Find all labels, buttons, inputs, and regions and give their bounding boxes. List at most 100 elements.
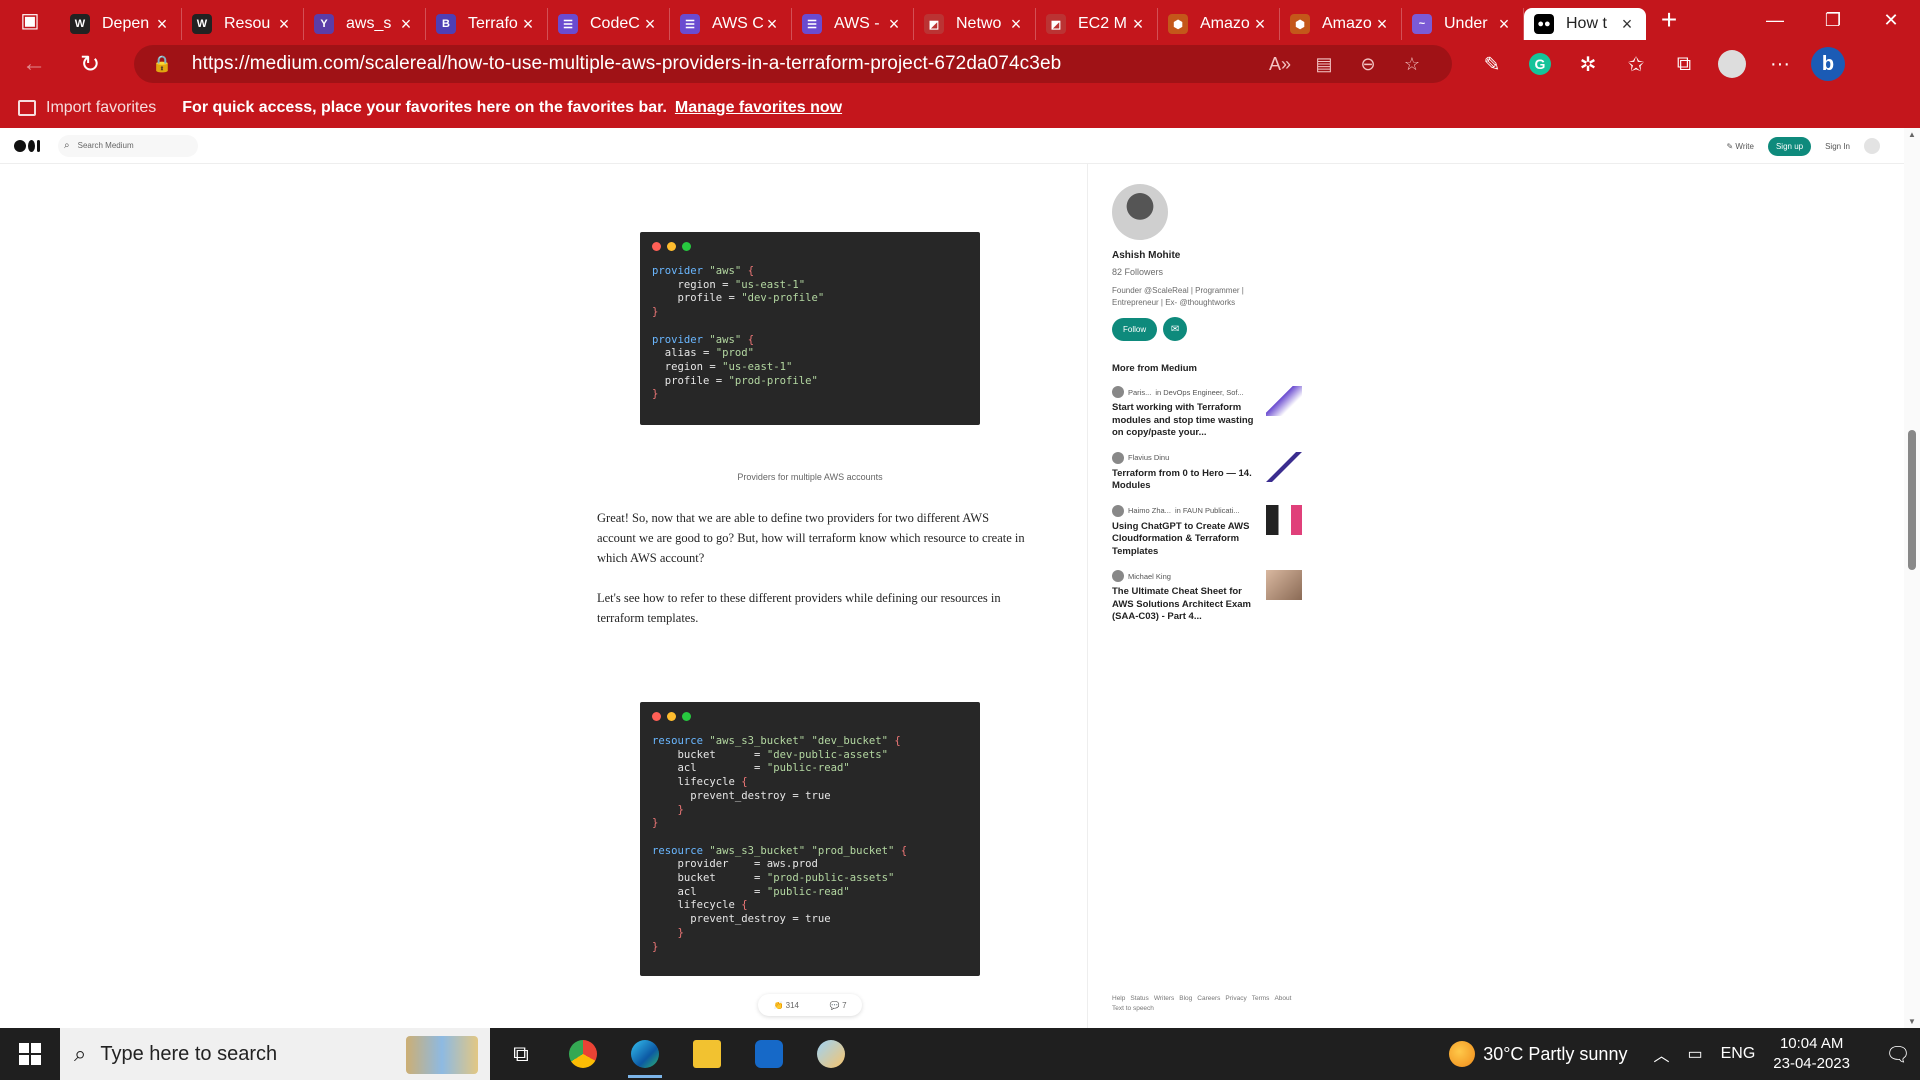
story-author[interactable]: Michael King (1128, 572, 1171, 581)
story-title[interactable]: The Ultimate Cheat Sheet for AWS Solutio… (1112, 586, 1262, 624)
story-publication[interactable]: in DevOps Engineer, Sof... (1155, 388, 1243, 397)
clock[interactable]: 10:04 AM 23-04-2023 (1773, 1034, 1850, 1074)
paint-app-button[interactable] (800, 1028, 862, 1080)
collections-icon[interactable]: ⧉ (1660, 44, 1708, 84)
author-followers[interactable]: 82 Followers (1112, 267, 1312, 277)
chevron-up-icon[interactable]: ︿ (1653, 1042, 1669, 1066)
footer-link[interactable]: Help (1112, 995, 1125, 1002)
tab-close-icon[interactable]: × (641, 14, 659, 35)
browser-tab[interactable]: ☰ AWS C × (670, 8, 792, 40)
scrollbar-thumb[interactable] (1908, 430, 1916, 570)
footer-link[interactable]: Status (1130, 995, 1148, 1002)
story-author[interactable]: Flavius Dinu (1128, 453, 1169, 462)
browser-tab[interactable]: Yaws_s × (304, 8, 426, 40)
follow-button[interactable]: Follow (1112, 317, 1158, 341)
weather-widget[interactable]: 30°C Partly sunny (1449, 1041, 1627, 1067)
pen-icon[interactable]: ✎ (1468, 44, 1516, 84)
refresh-button[interactable]: ↻ (68, 42, 112, 86)
minimize-button[interactable]: — (1746, 0, 1804, 40)
footer-link[interactable]: Terms (1252, 995, 1270, 1002)
taskbar-search-box[interactable]: ⌕ Type here to search (60, 1028, 490, 1080)
author-avatar[interactable] (1112, 184, 1168, 240)
favorites-icon[interactable]: ✩ (1612, 44, 1660, 84)
network-icon[interactable]: ▭ (1687, 1044, 1702, 1064)
footer-link[interactable]: Text to speech (1112, 1005, 1154, 1012)
footer-link[interactable]: Careers (1197, 995, 1220, 1002)
grammarly-extension[interactable]: G (1516, 44, 1564, 84)
start-button[interactable] (0, 1028, 60, 1080)
story-thumbnail[interactable] (1266, 570, 1302, 600)
video-app-button[interactable] (738, 1028, 800, 1080)
clap-button[interactable]: 👏 314 (773, 1001, 799, 1010)
story-card[interactable]: Michael King The Ultimate Cheat Sheet for… (1112, 570, 1302, 624)
tab-close-icon[interactable]: × (275, 14, 293, 35)
url-text[interactable]: https://medium.com/scalereal/how-to-use-… (192, 53, 1258, 75)
read-aloud-icon[interactable]: A» (1258, 54, 1302, 75)
immersive-reader-icon[interactable]: ▤ (1302, 54, 1346, 75)
story-card[interactable]: Haimo Zha... in FAUN Publicati... Using Ch… (1112, 504, 1302, 559)
tab-close-icon[interactable]: × (153, 14, 171, 35)
footer-link[interactable]: Privacy (1225, 995, 1246, 1002)
story-title[interactable]: Start working with Terraform modules and… (1112, 402, 1262, 440)
user-avatar-icon[interactable] (1864, 138, 1880, 154)
story-publication[interactable]: in FAUN Publicati... (1175, 506, 1240, 515)
browser-tab[interactable]: ◩ Netwo × (914, 8, 1036, 40)
browser-tab[interactable]: W Depen × (60, 8, 182, 40)
search-input[interactable]: ⌕ Search Medium (58, 134, 198, 157)
footer-link[interactable]: Blog (1179, 995, 1192, 1002)
lock-icon[interactable]: 🔒 (152, 54, 172, 74)
sign-in-link[interactable]: Sign In (1825, 142, 1850, 151)
import-favorites-button[interactable]: Import favorites (18, 99, 156, 117)
notification-icon[interactable]: 🗨 (1876, 1028, 1920, 1080)
tab-close-icon[interactable]: × (1251, 14, 1269, 35)
tab-actions-icon[interactable]: ▣ (0, 0, 60, 40)
extensions-icon[interactable]: ✲ (1564, 44, 1612, 84)
profile-button[interactable] (1708, 44, 1756, 84)
story-thumbnail[interactable] (1266, 504, 1302, 535)
browser-tab[interactable]: B Terrafo × (426, 8, 548, 40)
manage-favorites-link[interactable]: Manage favorites now (675, 99, 842, 117)
restore-button[interactable]: ❐ (1804, 0, 1862, 40)
tab-close-icon[interactable]: × (885, 14, 903, 35)
task-view-button[interactable]: ⧉ (490, 1028, 552, 1080)
new-tab-button[interactable]: + (1646, 0, 1692, 40)
chrome-taskbar-button[interactable] (552, 1028, 614, 1080)
scroll-up-icon[interactable]: ▲ (1908, 130, 1916, 139)
story-thumbnail[interactable] (1266, 451, 1302, 482)
page-scrollbar[interactable]: ▲ ▼ (1904, 128, 1920, 1028)
subscribe-mail-icon[interactable]: ✉ (1163, 317, 1188, 341)
browser-tab[interactable]: ●● How t × (1524, 8, 1646, 40)
close-window-button[interactable]: ✕ (1862, 0, 1920, 40)
browser-tab[interactable]: ☰ AWS - × (792, 8, 914, 40)
story-author[interactable]: Haimo Zha... (1128, 506, 1171, 515)
responses-button[interactable]: 💬 7 (830, 1001, 847, 1010)
browser-tab[interactable]: ⬢ Amazo × (1158, 8, 1280, 40)
add-favorite-icon[interactable]: ☆ (1390, 54, 1434, 75)
story-title[interactable]: Using ChatGPT to Create AWS Cloudformati… (1112, 521, 1262, 559)
browser-tab[interactable]: W Resou × (182, 8, 304, 40)
edge-taskbar-button[interactable] (614, 1028, 676, 1080)
tab-close-icon[interactable]: × (1618, 14, 1636, 35)
tab-close-icon[interactable]: × (1373, 14, 1391, 35)
tab-close-icon[interactable]: × (1495, 14, 1513, 35)
write-button[interactable]: ✎ Write (1726, 142, 1753, 151)
tab-close-icon[interactable]: × (397, 14, 415, 35)
address-bar[interactable]: 🔒 https://medium.com/scalereal/how-to-us… (134, 45, 1452, 83)
file-explorer-button[interactable] (676, 1028, 738, 1080)
medium-logo-icon[interactable] (14, 139, 40, 152)
browser-tab[interactable]: ◩ EC2 M × (1036, 8, 1158, 40)
footer-link[interactable]: About (1274, 995, 1291, 1002)
story-author[interactable]: Paris... (1128, 388, 1151, 397)
scroll-down-icon[interactable]: ▼ (1908, 1017, 1916, 1026)
footer-link[interactable]: Writers (1154, 995, 1174, 1002)
story-title[interactable]: Terraform from 0 to Hero — 14. Modules (1112, 468, 1262, 493)
author-name[interactable]: Ashish Mohite (1112, 250, 1312, 261)
browser-tab[interactable]: ~ Under × (1402, 8, 1524, 40)
language-indicator[interactable]: ENG (1721, 1045, 1756, 1063)
settings-menu-icon[interactable]: ··· (1756, 44, 1804, 84)
tab-close-icon[interactable]: × (1129, 14, 1147, 35)
zoom-icon[interactable]: ⊖ (1346, 54, 1390, 75)
browser-tab[interactable]: ⬢ Amazo × (1280, 8, 1402, 40)
tab-close-icon[interactable]: × (1007, 14, 1025, 35)
tab-close-icon[interactable]: × (763, 14, 781, 35)
